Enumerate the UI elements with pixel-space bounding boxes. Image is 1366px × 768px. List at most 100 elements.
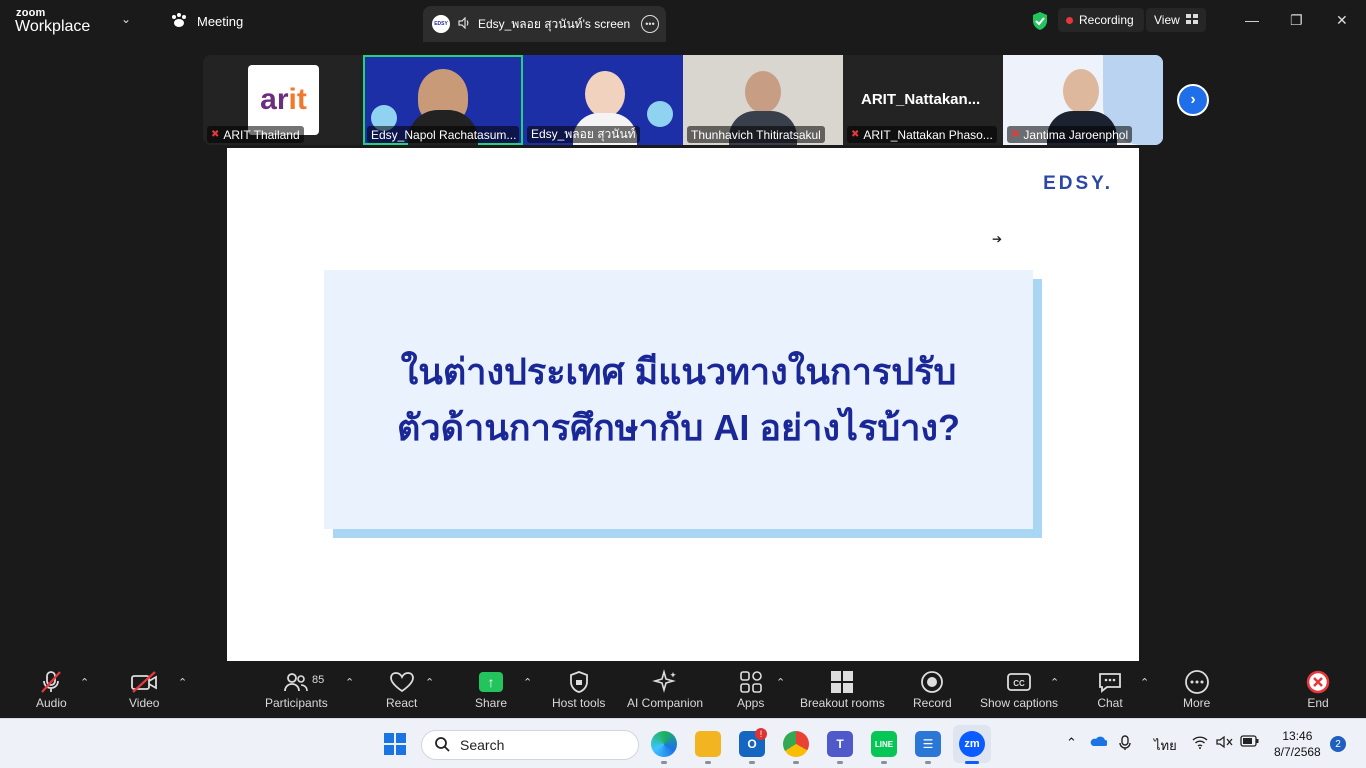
share-options-caret[interactable]: ⌃ <box>523 676 532 689</box>
participant-name: Thunhavich Thitiratsakul <box>691 127 821 142</box>
system-clock[interactable]: 13:46 8/7/2568 <box>1274 728 1321 760</box>
video-off-icon <box>130 668 158 696</box>
share-button[interactable]: ↑ Share <box>475 668 507 710</box>
workplace-label: Workplace <box>15 18 91 35</box>
mic-muted-icon: ✖ <box>211 129 220 140</box>
chat-label: Chat <box>1097 696 1123 710</box>
line-icon[interactable]: LINE <box>871 731 897 757</box>
mic-muted-icon: ✖ <box>851 129 860 140</box>
participant-name: ARIT Thailand <box>223 127 300 142</box>
participant-strip: ar it ✖ ARIT Thailand Edsy_Napol Rachatas… <box>203 55 1163 145</box>
end-icon <box>1306 668 1330 696</box>
more-icon <box>1184 668 1210 696</box>
host-tools-button[interactable]: Host tools <box>552 668 605 710</box>
screen-share-tab[interactable]: EDSY Edsy_พลอย สุวนันท์'s screen ••• <box>423 6 666 42</box>
search-placeholder: Search <box>460 737 505 753</box>
notification-badge[interactable]: 2 <box>1330 736 1346 752</box>
clock-time: 13:46 <box>1282 729 1313 743</box>
zoom-app-icon[interactable]: zm <box>959 731 985 757</box>
more-label: More <box>1183 696 1211 710</box>
breakout-rooms-button[interactable]: Breakout rooms <box>800 668 885 710</box>
audio-label: Audio <box>36 696 67 710</box>
participant-tile[interactable]: Edsy_พลอย สุวนันท์ <box>523 55 683 145</box>
captions-options-caret[interactable]: ⌃ <box>1050 676 1059 689</box>
chat-button[interactable]: Chat <box>1097 668 1123 710</box>
share-title: Edsy_พลอย สุวนันท์'s screen <box>478 16 631 31</box>
end-label: End <box>1307 696 1329 710</box>
record-button[interactable]: Record <box>913 668 952 710</box>
apps-options-caret[interactable]: ⌃ <box>776 676 785 689</box>
audio-options-caret[interactable]: ⌃ <box>80 676 89 689</box>
speaker-icon <box>458 16 470 32</box>
meeting-menu[interactable]: Meeting <box>170 12 243 31</box>
file-explorer-icon[interactable] <box>695 731 721 757</box>
slide-question-box: ในต่างประเทศ มีแนวทางในการปรับ ตัวด้านกา… <box>324 270 1033 529</box>
apps-icon <box>739 668 763 696</box>
clock-date: 8/7/2568 <box>1274 745 1321 759</box>
title-bar: zoom Workplace ⌄ Meeting EDSY Edsy_พลอย … <box>0 0 1366 44</box>
participant-name: Jantima Jaroenphol <box>1023 127 1129 142</box>
shield-icon[interactable] <box>1031 11 1049 36</box>
host-tools-label: Host tools <box>552 696 606 710</box>
teams-icon[interactable]: T <box>827 731 853 757</box>
ai-companion-button[interactable]: AI Companion <box>627 668 703 710</box>
share-label: Share <box>475 696 508 710</box>
mic-muted-icon <box>38 668 64 696</box>
record-label: Record <box>913 696 952 710</box>
cursor-icon: ➔ <box>992 232 1003 246</box>
chat-options-caret[interactable]: ⌃ <box>1140 676 1149 689</box>
grid-icon <box>1185 13 1198 27</box>
chat-icon <box>1097 668 1123 696</box>
participant-tile[interactable]: ✖ Jantima Jaroenphol <box>1003 55 1163 145</box>
language-indicator[interactable]: ไทย <box>1154 735 1177 756</box>
breakout-grid-icon <box>830 668 854 696</box>
video-options-caret[interactable]: ⌃ <box>178 676 187 689</box>
chevron-down-icon[interactable]: ⌄ <box>121 12 131 26</box>
meeting-label: Meeting <box>197 14 244 29</box>
notepad-icon[interactable]: ☰ <box>915 731 941 757</box>
captions-button[interactable]: CC Show captions <box>980 668 1058 710</box>
more-button[interactable]: More <box>1183 668 1210 710</box>
react-button[interactable]: React <box>386 668 417 710</box>
onedrive-icon[interactable] <box>1089 735 1108 750</box>
more-options-icon[interactable]: ••• <box>641 15 659 33</box>
end-button[interactable]: End <box>1306 668 1330 710</box>
shared-slide: EDSY. ➔ ในต่างประเทศ มีแนวทางในการปรับ ต… <box>227 148 1139 661</box>
audio-button[interactable]: Audio <box>36 668 67 710</box>
close-icon[interactable]: ✕ <box>1336 12 1348 29</box>
battery-icon[interactable] <box>1240 735 1260 750</box>
participants-label: Participants <box>265 696 328 710</box>
microphone-icon[interactable] <box>1119 735 1131 754</box>
chrome-icon[interactable] <box>783 731 809 757</box>
windows-start-icon[interactable] <box>384 733 406 760</box>
react-options-caret[interactable]: ⌃ <box>425 676 434 689</box>
taskbar-search[interactable]: Search <box>421 730 639 760</box>
participant-tile[interactable]: Thunhavich Thitiratsakul <box>683 55 843 145</box>
next-page-button[interactable]: › <box>1177 84 1209 116</box>
video-button[interactable]: Video <box>129 668 159 710</box>
participant-tile[interactable]: ARIT_Nattakan... ✖ ARIT_Nattakan Phaso..… <box>843 55 1003 145</box>
arit-logo: ar it <box>248 65 319 135</box>
participant-tile[interactable]: Edsy_Napol Rachatasum... <box>363 55 523 145</box>
wifi-icon[interactable] <box>1192 735 1208 752</box>
recording-indicator[interactable]: Recording <box>1058 8 1144 32</box>
slide-question-line-2: ตัวด้านการศึกษากับ AI อย่างไรบ้าง? <box>397 406 960 448</box>
participant-tile[interactable]: ar it ✖ ARIT Thailand <box>203 55 363 145</box>
participant-name: Edsy_พลอย สุวนันท์ <box>531 127 636 141</box>
slide-question-line-1: ในต่างประเทศ มีแนวทางในการปรับ <box>400 350 957 392</box>
participant-video <box>745 71 781 113</box>
participants-icon <box>283 668 309 696</box>
minimize-icon[interactable]: — <box>1245 12 1259 28</box>
restore-icon[interactable]: ❐ <box>1290 12 1303 29</box>
edsy-badge-icon: EDSY <box>432 15 450 33</box>
volume-muted-icon[interactable] <box>1216 735 1234 752</box>
edge-icon[interactable] <box>651 731 677 757</box>
view-menu[interactable]: View <box>1146 8 1206 32</box>
captions-label: Show captions <box>980 696 1059 710</box>
edsy-logo: EDSY. <box>1043 173 1113 194</box>
participants-options-caret[interactable]: ⌃ <box>345 676 354 689</box>
participant-name: Edsy_Napol Rachatasum... <box>371 127 517 142</box>
chevron-up-icon[interactable]: ⌃ <box>1066 735 1077 751</box>
breakout-label: Breakout rooms <box>800 696 885 710</box>
apps-button[interactable]: Apps <box>737 668 764 710</box>
